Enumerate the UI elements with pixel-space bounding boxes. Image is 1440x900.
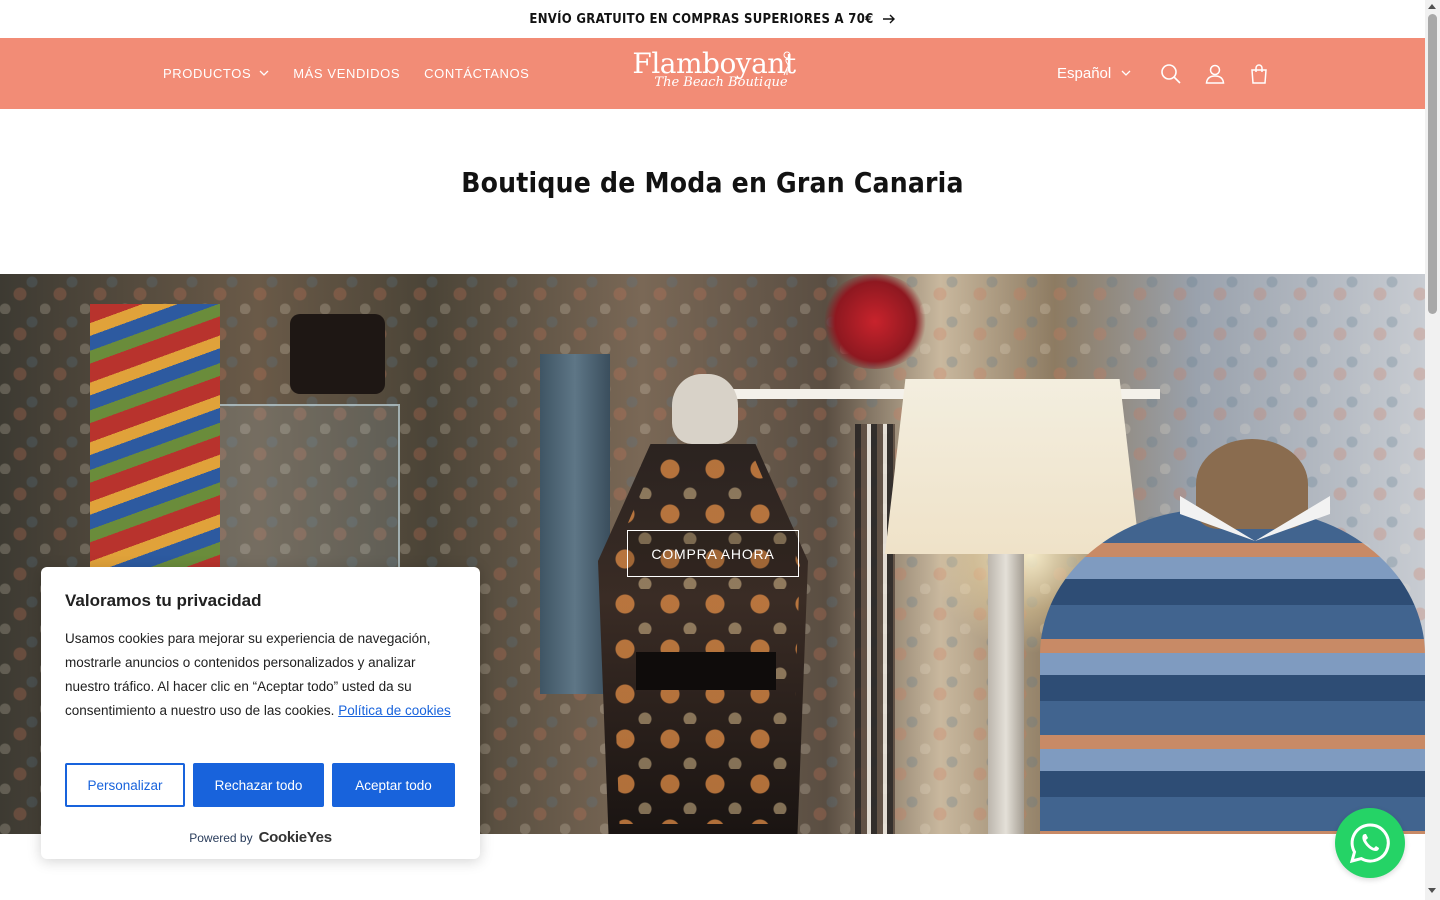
hanging-jeans [540,354,610,694]
dress-pattern [610,454,800,824]
reject-all-button[interactable]: Rechazar todo [193,763,324,807]
handbag [290,314,385,394]
cookie-actions: Personalizar Rechazar todo Aceptar todo [65,763,455,807]
nav-item-label: PRODUCTOS [163,66,252,81]
cookie-title: Valoramos tu privacidad [65,591,262,610]
scroll-up-icon[interactable] [1428,4,1436,9]
language-label: Español [1057,65,1112,82]
cookie-description: Usamos cookies para mejorar su experienc… [65,627,456,723]
language-selector[interactable]: Español [1057,65,1131,82]
arrow-right-icon [882,14,895,24]
flamingo-icon [783,51,791,76]
nav-item-label: MÁS VENDIDOS [293,66,401,81]
shop-now-button[interactable]: COMPRA AHORA [627,530,799,577]
logo-tagline: The Beach Boutique [654,75,788,90]
page-title: Boutique de Moda en Gran Canaria [461,166,964,199]
floor-lamp-shade [885,379,1140,554]
announcement-text: ENVÍO GRATUITO EN COMPRAS SUPERIORES A 7… [529,11,874,27]
accept-all-button[interactable]: Aceptar todo [332,763,455,807]
clothing-rack [855,424,895,834]
cookie-consent-banner: Valoramos tu privacidad Usamos cookies p… [41,567,480,859]
nav-item-contactanos[interactable]: CONTÁCTANOS [424,66,529,81]
scroll-thumb[interactable] [1428,14,1437,314]
cart-button[interactable] [1237,52,1281,96]
whatsapp-icon [1349,823,1390,864]
main-nav: PRODUCTOS MÁS VENDIDOS CONTÁCTANOS [163,38,529,109]
nav-item-mas-vendidos[interactable]: MÁS VENDIDOS [293,66,400,81]
mannequin-head [672,374,738,444]
mannequin-head [1196,439,1308,529]
cookieyes-logo[interactable]: CookieYes [259,829,332,846]
dress-belt [636,652,776,690]
poinsettia-plant [820,274,930,369]
cookie-policy-link[interactable]: Política de cookies [338,703,451,718]
nav-item-label: CONTÁCTANOS [424,66,530,81]
account-icon [1205,64,1225,84]
whatsapp-button[interactable] [1335,808,1405,878]
powered-by-label: Powered by [189,830,253,845]
scroll-down-icon[interactable] [1428,888,1436,893]
nav-item-productos[interactable]: PRODUCTOS [163,66,269,81]
account-button[interactable] [1193,52,1237,96]
cart-icon [1251,63,1268,84]
search-button[interactable] [1149,52,1193,96]
floor-lamp-pole [988,554,1024,834]
chevron-down-icon [1121,70,1131,76]
site-logo[interactable]: Flamboyant The Beach Boutique [632,48,796,100]
customize-button[interactable]: Personalizar [65,763,185,807]
page-scrollbar[interactable] [1425,0,1440,900]
powered-by: Powered by CookieYes [41,829,480,846]
announcement-bar[interactable]: ENVÍO GRATUITO EN COMPRAS SUPERIORES A 7… [0,0,1425,38]
site-header: PRODUCTOS MÁS VENDIDOS CONTÁCTANOS Flamb… [0,38,1425,109]
search-icon [1161,63,1181,84]
header-actions: Español [1057,38,1281,109]
mannequin-sweater [1040,509,1425,834]
chevron-down-icon [259,70,269,76]
